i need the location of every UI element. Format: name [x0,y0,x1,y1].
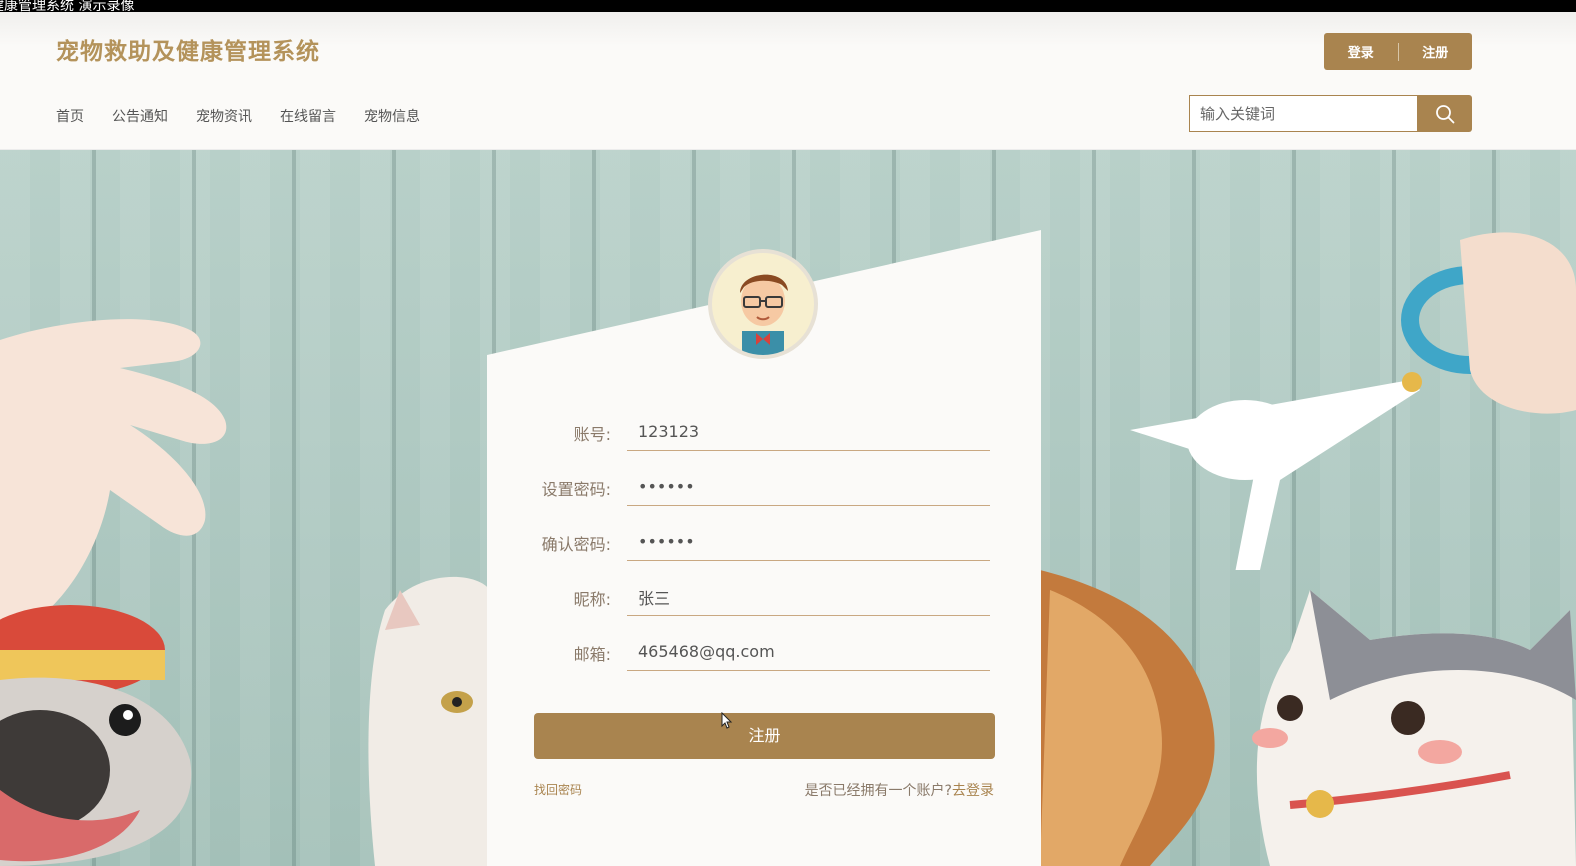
auth-buttons: 登录 注册 [1324,33,1472,70]
email-input[interactable] [627,633,990,671]
nickname-label: 昵称: [573,590,611,609]
login-button[interactable]: 登录 [1324,42,1398,61]
email-label: 邮箱: [573,645,611,664]
account-label: 账号: [573,425,611,444]
site-header: 宠物救助及健康管理系统 登录 注册 首页 公告通知 宠物资讯 在线留言 宠物信息 [0,12,1576,150]
scissors-illustration [1130,232,1576,570]
search-icon [1435,104,1454,123]
nav-notices[interactable]: 公告通知 [112,106,168,126]
search-button[interactable] [1417,95,1472,132]
pug-illustration [0,605,192,866]
forgot-password-link[interactable]: 找回密码 [534,781,582,798]
window-title-bar: 健康管理系统 演示录像 [0,0,1576,14]
confirm-password-input[interactable] [627,523,990,561]
nav-messages[interactable]: 在线留言 [280,106,336,126]
confirm-password-label: 确认密码: [541,535,611,554]
site-title: 宠物救助及健康管理系统 [56,39,320,65]
grey-cat-illustration [1252,590,1576,866]
nickname-row: 昵称: [487,578,1041,618]
dog-illustration [1040,570,1215,866]
search-input[interactable] [1189,95,1417,132]
confirm-password-row: 确认密码: [487,523,1041,563]
avatar-icon [740,274,788,355]
avatar [708,249,818,359]
search-bar [1189,95,1472,132]
register-submit-button[interactable]: 注册 [534,713,995,759]
nickname-input[interactable] [627,578,990,616]
password-input[interactable] [627,468,990,506]
email-row: 邮箱: [487,633,1041,673]
white-cat-illustration [368,576,490,866]
register-button[interactable]: 注册 [1399,42,1473,61]
has-account-text: 是否已经拥有一个账户? [804,783,952,799]
nav-pet-news[interactable]: 宠物资讯 [196,106,252,126]
nav-home[interactable]: 首页 [56,106,84,126]
password-row: 设置密码: [487,468,1041,508]
login-prompt: 是否已经拥有一个账户?去登录 [805,780,994,800]
password-label: 设置密码: [541,480,611,499]
account-row: 账号: [487,413,1041,453]
window-title: 健康管理系统 演示录像 [0,0,135,14]
main-nav: 首页 公告通知 宠物资讯 在线留言 宠物信息 [56,106,420,126]
mouse-cursor-icon [721,712,733,729]
hand-illustration [0,319,227,640]
go-login-link[interactable]: 去登录 [952,783,994,799]
account-input[interactable] [627,413,990,451]
nav-pet-info[interactable]: 宠物信息 [364,106,420,126]
